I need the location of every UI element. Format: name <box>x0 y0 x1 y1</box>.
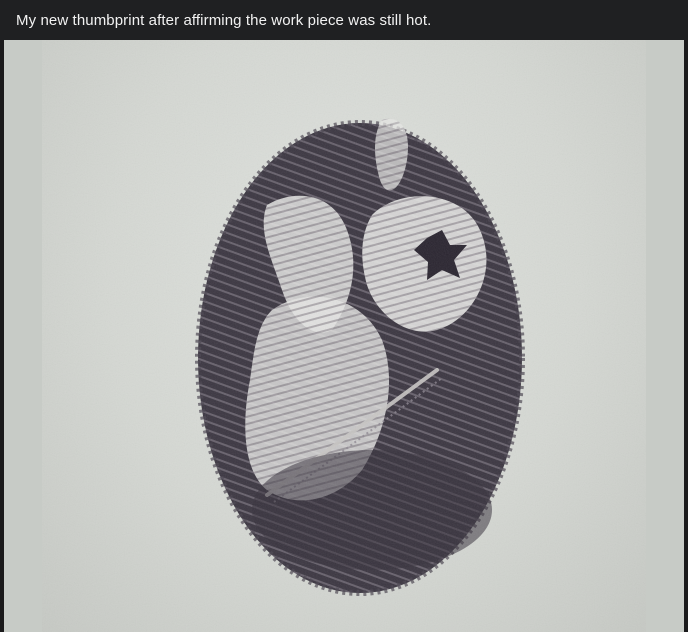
post-media[interactable] <box>4 40 684 632</box>
thumbprint-photo <box>42 40 646 632</box>
post-header: My new thumbprint after affirming the wo… <box>0 0 688 40</box>
post-title[interactable]: My new thumbprint after affirming the wo… <box>16 12 431 29</box>
post-card: My new thumbprint after affirming the wo… <box>0 0 688 632</box>
thumbprint-image <box>42 40 646 632</box>
frame-edge-right <box>684 40 688 632</box>
